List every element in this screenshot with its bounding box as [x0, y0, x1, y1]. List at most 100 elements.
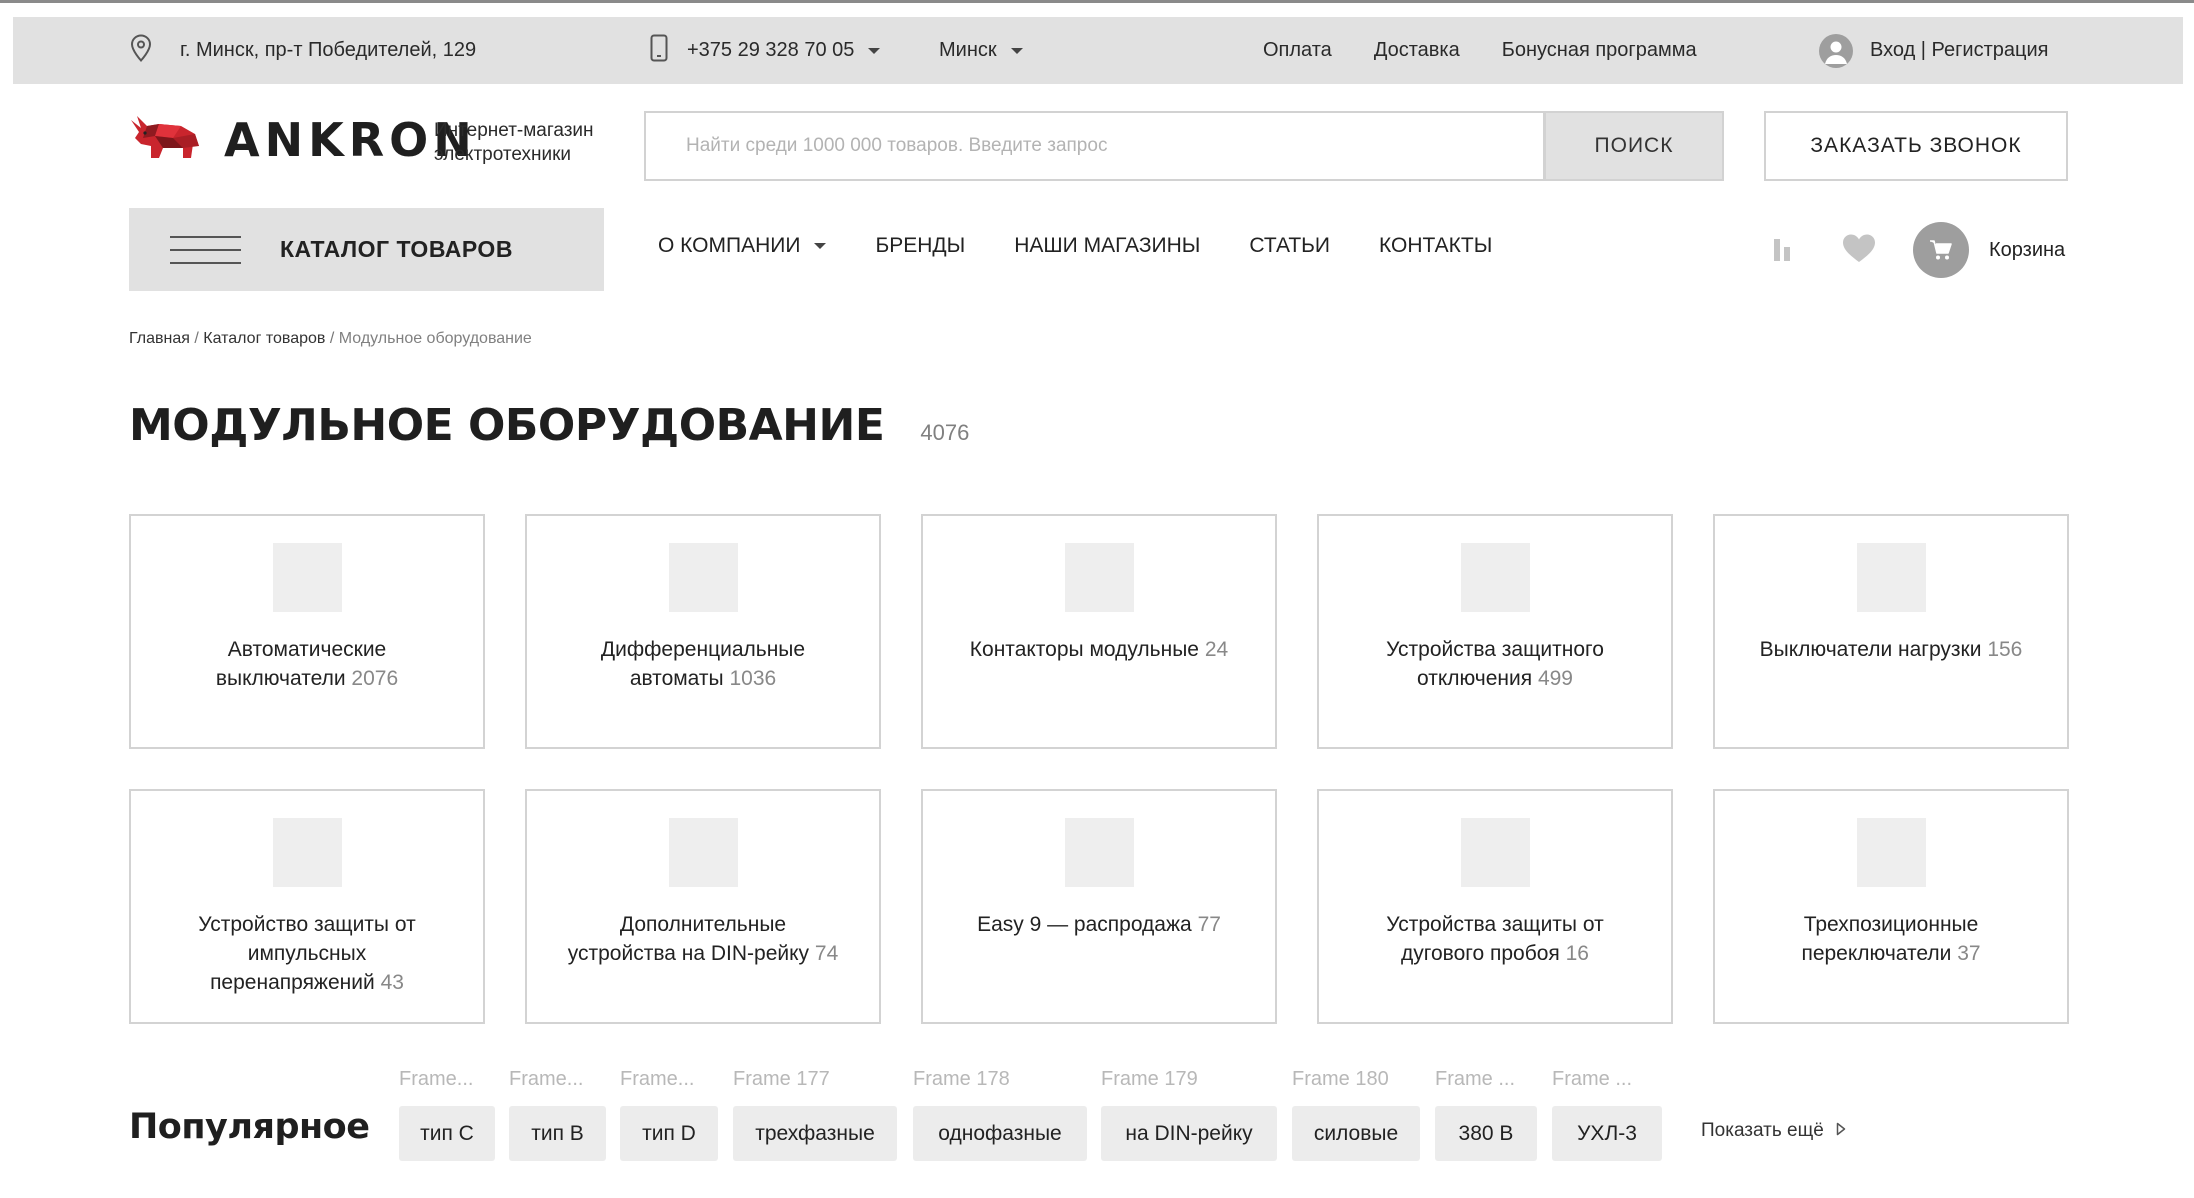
- nav-item-contacts[interactable]: КОНТАКТЫ: [1379, 234, 1492, 258]
- page-title: МОДУЛЬНОЕ ОБОРУДОВАНИЕ: [129, 400, 885, 451]
- phone-number: +375 29 328 70 05: [687, 39, 855, 61]
- category-card[interactable]: Дифференциальные автоматы 1036: [525, 514, 881, 749]
- main-nav: О КОМПАНИИ БРЕНДЫ НАШИ МАГАЗИНЫ СТАТЬИ К…: [658, 208, 1492, 284]
- nav-item-articles[interactable]: СТАТЬИ: [1249, 234, 1330, 258]
- category-card[interactable]: Контакторы модульные 24: [921, 514, 1277, 749]
- popular-tag: Frame 178 однофазные: [913, 1068, 1087, 1161]
- top-bar: г. Минск, пр-т Победителей, 129 +375 29 …: [13, 17, 2183, 84]
- popular-tag: Frame... тип D: [620, 1068, 718, 1161]
- category-count: 24: [1204, 638, 1229, 661]
- category-card[interactable]: Устройства защитного отключения 499: [1317, 514, 1673, 749]
- category-image: [1460, 818, 1530, 887]
- search-button[interactable]: ПОИСК: [1544, 111, 1724, 181]
- tag-frame-caption: Frame 180: [1292, 1068, 1389, 1090]
- tag-pill[interactable]: однофазные: [913, 1106, 1087, 1161]
- tag-pill[interactable]: 380 В: [1435, 1106, 1537, 1161]
- link-bonus-program[interactable]: Бонусная программа: [1502, 39, 1697, 62]
- nav-item-about[interactable]: О КОМПАНИИ: [658, 234, 827, 258]
- compare-icon[interactable]: [1772, 235, 1794, 266]
- chevron-right-icon: [1836, 1120, 1846, 1142]
- category-card[interactable]: Автоматические выключатели 2076: [129, 514, 485, 749]
- category-card[interactable]: Трехпозиционные переключатели 37: [1713, 789, 2069, 1024]
- chevron-down-icon: [1010, 47, 1023, 54]
- category-title: Устройства защитного отключения 499: [1386, 638, 1604, 690]
- callback-button[interactable]: ЗАКАЗАТЬ ЗВОНОК: [1764, 111, 2068, 181]
- category-title: Дифференциальные автоматы 1036: [600, 638, 806, 690]
- heart-icon[interactable]: [1842, 233, 1876, 268]
- tag-pill[interactable]: тип D: [620, 1106, 718, 1161]
- tag-pill[interactable]: УХЛ-3: [1552, 1106, 1662, 1161]
- cart-label[interactable]: Корзина: [1989, 239, 2065, 262]
- category-image: [1856, 818, 1926, 887]
- tag-frame-caption: Frame...: [620, 1068, 695, 1090]
- category-count: 43: [380, 971, 404, 994]
- popular-tag: Frame 177 трехфазные: [733, 1068, 897, 1161]
- window-top-rule: [0, 0, 2194, 3]
- category-card[interactable]: Дополнительные устройства на DIN-рейку 7…: [525, 789, 881, 1024]
- tag-frame-caption: Frame 177: [733, 1068, 830, 1090]
- tag-pill[interactable]: тип C: [399, 1106, 495, 1161]
- tag-frame-caption: Frame ...: [1552, 1068, 1633, 1090]
- tag-pill[interactable]: силовые: [1292, 1106, 1420, 1161]
- popular-tag: Frame 179 на DIN-рейку: [1101, 1068, 1277, 1161]
- link-delivery[interactable]: Доставка: [1374, 39, 1460, 62]
- nav-item-brands[interactable]: БРЕНДЫ: [875, 234, 965, 258]
- cart-icon[interactable]: [1913, 222, 1969, 278]
- city-selector[interactable]: Минск: [939, 17, 1023, 84]
- tag-frame-caption: Frame...: [509, 1068, 584, 1090]
- tag-frame-caption: Frame 179: [1101, 1068, 1198, 1090]
- popular-tag: Frame... тип C: [399, 1068, 495, 1161]
- category-count: 37: [1957, 942, 1981, 965]
- category-title: Трехпозиционные переключатели 37: [1801, 913, 1981, 965]
- address-text: г. Минск, пр-т Победителей, 129: [180, 39, 477, 61]
- tag-pill[interactable]: трехфазные: [733, 1106, 897, 1161]
- popular-title: Популярное: [129, 1107, 370, 1147]
- topbar-links: Оплата Доставка Бонусная программа: [1263, 17, 1697, 84]
- tag-pill[interactable]: на DIN-рейку: [1101, 1106, 1277, 1161]
- category-title: Контакторы модульные 24: [969, 638, 1229, 661]
- category-card[interactable]: Easy 9 — распродажа 77: [921, 789, 1277, 1024]
- breadcrumb-separator: /: [329, 330, 339, 347]
- search-input[interactable]: [646, 113, 1543, 179]
- category-image: [1064, 543, 1134, 612]
- phone-selector[interactable]: +375 29 328 70 05: [650, 17, 881, 84]
- category-title: Выключатели нагрузки 156: [1759, 638, 2023, 661]
- breadcrumb-catalog[interactable]: Каталог товаров: [203, 330, 325, 347]
- catalog-button[interactable]: КАТАЛОГ ТОВАРОВ: [129, 208, 604, 291]
- chevron-down-icon: [814, 243, 827, 249]
- tag-frame-caption: Frame ...: [1435, 1068, 1516, 1090]
- nav-item-label: О КОМПАНИИ: [658, 234, 801, 257]
- city-name: Минск: [939, 39, 997, 61]
- catalog-label: КАТАЛОГ ТОВАРОВ: [280, 236, 513, 262]
- logo[interactable]: ANKRON: [129, 113, 477, 167]
- login-text: Вход | Регистрация: [1870, 39, 2049, 61]
- category-card[interactable]: Устройства защиты от дугового пробоя 16: [1317, 789, 1673, 1024]
- login-link[interactable]: Вход | Регистрация: [1819, 17, 2048, 84]
- hamburger-icon: [170, 235, 241, 264]
- tag-frame-caption: Frame 178: [913, 1068, 1010, 1090]
- category-count: 77: [1197, 913, 1221, 936]
- breadcrumb-separator: /: [194, 330, 204, 347]
- breadcrumb: Главная / Каталог товаров / Модульное об…: [129, 330, 532, 348]
- location-pin-icon: [130, 33, 152, 68]
- category-count: 2076: [351, 667, 399, 690]
- category-title: Дополнительные устройства на DIN-рейку 7…: [567, 913, 839, 965]
- show-more-link[interactable]: Показать ещё: [1701, 1120, 1846, 1142]
- category-image: [1460, 543, 1530, 612]
- tagline-line-1: Интернет-магазин: [434, 120, 594, 141]
- category-count: 499: [1537, 667, 1573, 690]
- nav-item-label: БРЕНДЫ: [875, 234, 966, 257]
- breadcrumb-home[interactable]: Главная: [129, 330, 190, 347]
- category-count: 74: [814, 942, 839, 965]
- category-card[interactable]: Устройство защиты от импульсных перенапр…: [129, 789, 485, 1024]
- user-icon: [1819, 33, 1853, 68]
- breadcrumb-current: Модульное оборудование: [338, 330, 532, 347]
- category-card[interactable]: Выключатели нагрузки 156: [1713, 514, 2069, 749]
- tagline: Интернет-магазин электротехники: [434, 119, 624, 167]
- tag-pill[interactable]: тип B: [509, 1106, 606, 1161]
- popular-tag: Frame ... 380 В: [1435, 1068, 1537, 1161]
- link-payment[interactable]: Оплата: [1263, 39, 1332, 62]
- category-image: [272, 818, 342, 887]
- nav-item-stores[interactable]: НАШИ МАГАЗИНЫ: [1014, 234, 1200, 258]
- address[interactable]: г. Минск, пр-т Победителей, 129: [130, 17, 476, 84]
